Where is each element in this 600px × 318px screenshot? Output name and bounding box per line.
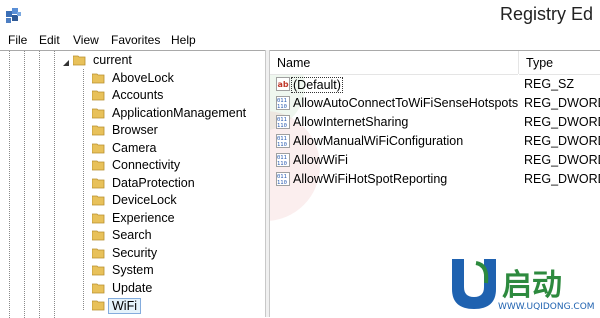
tree-item-label: DeviceLock [112, 193, 177, 207]
tree-guide-line [39, 51, 40, 318]
column-header-label: Type [526, 56, 554, 70]
tree-item-label: Camera [112, 141, 157, 155]
menu-file[interactable]: File [8, 33, 27, 47]
folder-icon [92, 108, 105, 119]
value-row[interactable]: 011 110 AllowWiFi REG_DWORD [270, 152, 600, 170]
folder-icon [92, 283, 105, 294]
tree-item-label: AboveLock [112, 71, 174, 85]
tree-item-label: System [112, 263, 154, 277]
value-type: REG_DWORD [524, 172, 600, 186]
value-row[interactable]: 011 110 AllowAutoConnectToWiFiSenseHotsp… [270, 95, 600, 113]
folder-icon [92, 213, 105, 224]
logo-url: WWW.UQIDONG.COM [498, 302, 595, 312]
column-header-name[interactable]: Name [270, 51, 518, 75]
dword-value-icon: 011 110 [276, 115, 290, 129]
window-title: Registry Ed [500, 4, 594, 24]
folder-icon [92, 73, 105, 84]
dword-value-icon: 011 110 [276, 96, 290, 110]
folder-icon [92, 90, 105, 101]
value-type: REG_DWORD [524, 96, 600, 110]
tree-item-label: Connectivity [112, 158, 181, 172]
tree-item-label: current [93, 53, 132, 67]
value-name: (Default) [291, 77, 343, 93]
folder-icon [92, 125, 105, 136]
svg-text:110: 110 [277, 142, 287, 148]
dword-value-icon: 011 110 [276, 153, 290, 167]
column-header-label: Name [277, 56, 311, 70]
tree-item-label: Accounts [112, 88, 164, 102]
svg-text:ab: ab [278, 80, 289, 89]
tree-item-label: Security [112, 246, 158, 260]
value-type: REG_DWORD [524, 153, 600, 167]
tree-item-label: Browser [112, 123, 158, 137]
tree-item-label-selected: WiFi [108, 298, 141, 314]
collapse-arrow-icon[interactable] [62, 59, 70, 67]
tree-guide-line [54, 51, 55, 318]
folder-icon [92, 230, 105, 241]
value-type: REG_DWORD [524, 134, 600, 148]
dword-value-icon: 011 110 [276, 134, 290, 148]
tree-item-label: DataProtection [112, 176, 195, 190]
key-tree-pane[interactable]: current AboveLock Accounts ApplicationMa… [0, 50, 265, 318]
value-row[interactable]: ab (Default) REG_SZ [270, 76, 600, 94]
tree-item-label: Search [112, 228, 152, 242]
svg-text:110: 110 [277, 180, 287, 186]
column-header-type[interactable]: Type [519, 51, 600, 75]
value-row[interactable]: 011 110 AllowManualWiFiConfiguration REG… [270, 133, 600, 151]
value-name: AllowAutoConnectToWiFiSenseHotspots [293, 96, 519, 110]
folder-icon [92, 195, 105, 206]
dword-value-icon: 011 110 [276, 172, 290, 186]
menu-bar: File Edit View Favorites Help [0, 31, 600, 50]
folder-icon [92, 160, 105, 171]
value-name: AllowWiFi [293, 153, 348, 167]
tree-guide-line [9, 51, 10, 318]
registry-editor-icon [6, 8, 21, 23]
svg-text:启动: 启动 [502, 268, 562, 303]
tree-guide-line [24, 51, 25, 318]
folder-icon [92, 248, 105, 259]
folder-icon [92, 265, 105, 276]
menu-edit[interactable]: Edit [39, 33, 60, 47]
folder-icon [92, 300, 105, 311]
menu-favorites[interactable]: Favorites [111, 33, 160, 47]
title-bar: Registry Ed [0, 0, 600, 32]
menu-view[interactable]: View [73, 33, 99, 47]
uqidong-logo: 启动 WWW.UQIDONG.COM [452, 259, 595, 312]
folder-icon [92, 178, 105, 189]
tree-item-label: Experience [112, 211, 175, 225]
svg-text:110: 110 [277, 161, 287, 167]
tree-item-label: Update [112, 281, 153, 295]
value-name: AllowManualWiFiConfiguration [293, 134, 464, 148]
value-type: REG_DWORD [524, 115, 600, 129]
svg-text:110: 110 [277, 123, 287, 129]
value-type: REG_SZ [524, 77, 575, 91]
value-name: AllowInternetSharing [293, 115, 409, 129]
string-value-icon: ab [276, 77, 290, 91]
tree-item-label: ApplicationManagement [112, 106, 247, 120]
value-row[interactable]: 011 110 AllowInternetSharing REG_DWORD [270, 114, 600, 132]
tree-guide-line [83, 69, 84, 310]
folder-open-icon [73, 55, 86, 66]
value-row[interactable]: 011 110 AllowWiFiHotSpotReporting REG_DW… [270, 171, 600, 189]
menu-help[interactable]: Help [171, 33, 196, 47]
value-name: AllowWiFiHotSpotReporting [293, 172, 448, 186]
folder-icon [92, 143, 105, 154]
svg-text:110: 110 [277, 104, 287, 110]
